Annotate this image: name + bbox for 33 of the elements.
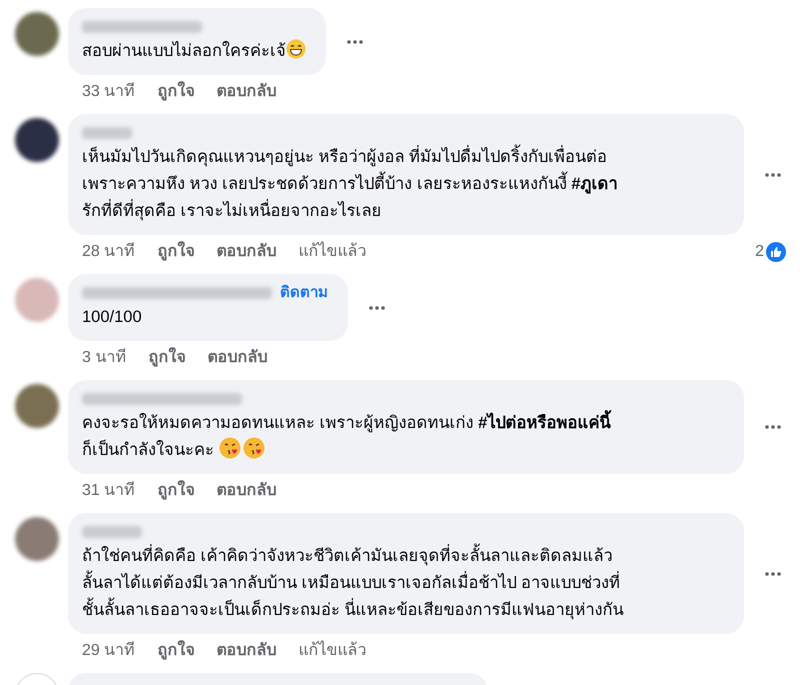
reply-link[interactable]: ตอบกลับ [216, 80, 276, 104]
comment-text: ก็เป็นกำลังใจนะคะ [82, 441, 215, 459]
like-link[interactable]: ถูกใจ [148, 346, 186, 370]
like-link[interactable]: ถูกใจ [157, 240, 194, 264]
grinning-emoji-icon [286, 39, 306, 59]
comment-text: 100/100 [82, 308, 142, 326]
more-options-icon[interactable] [764, 172, 782, 178]
like-link[interactable]: ถูกใจ [157, 478, 194, 502]
more-options-icon[interactable] [764, 570, 782, 576]
reply-link[interactable]: ตอบกลับ [207, 346, 268, 370]
comment-text: คงจะรอให้หมดความอดทนแหละ เพราะผู้หญิงอดทนเก่ง #ไปต่อหรือพอแค่นี้ [82, 410, 724, 437]
comment-time[interactable]: 33 นาที [82, 80, 136, 104]
comment-text: สอบผ่านแบบไม่ลอกใครค่ะเจ้ [82, 42, 286, 60]
follow-link[interactable]: ติดตาม [280, 284, 328, 302]
comment-time[interactable]: 28 นาที [82, 240, 136, 264]
reaction-count[interactable]: 2 [755, 240, 764, 264]
like-link[interactable]: ถูกใจ [157, 638, 194, 662]
like-link[interactable]: ถูกใจ [157, 80, 194, 104]
reply-link[interactable]: ตอบกลับ [216, 478, 276, 502]
kissing-emoji-icon [218, 437, 241, 459]
reply-link[interactable]: ตอบกลับ [216, 240, 276, 264]
comment-time[interactable]: 29 นาที [82, 638, 136, 662]
more-options-icon[interactable] [346, 38, 364, 44]
avatar[interactable] [15, 118, 59, 162]
more-options-icon[interactable] [368, 304, 386, 310]
comment-time[interactable]: 31 นาที [82, 478, 136, 502]
more-options-icon[interactable] [764, 424, 782, 430]
thumbs-up-icon[interactable] [766, 242, 786, 262]
kissing-emoji-icon [242, 437, 265, 459]
comment-time[interactable]: 3 นาที [82, 346, 126, 370]
reply-link[interactable]: ตอบกลับ [216, 638, 276, 662]
edited-label[interactable]: แก้ไขแล้ว [298, 638, 366, 662]
edited-label[interactable]: แก้ไขแล้ว [298, 240, 366, 264]
